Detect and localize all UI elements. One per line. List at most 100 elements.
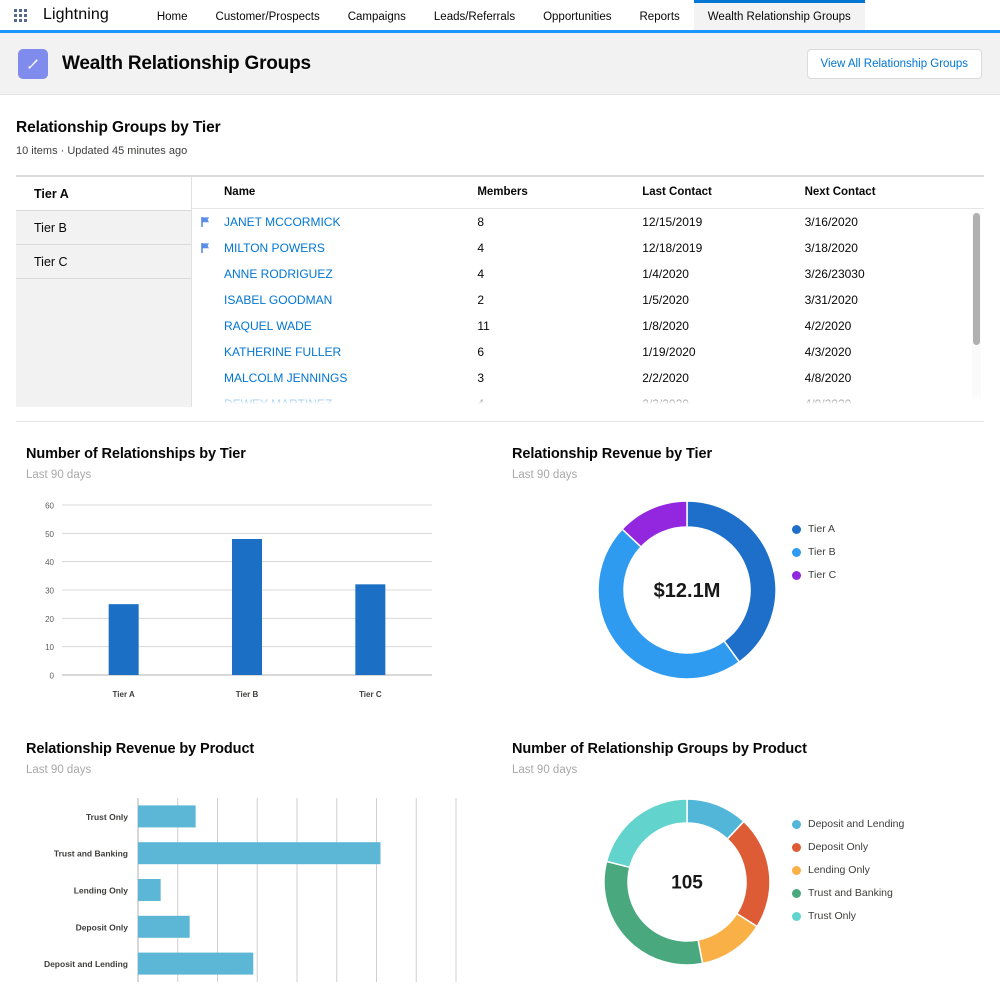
relationship-groups-table: Name Members Last Contact Next Contact JANE… [192, 177, 984, 407]
relationship-group-link[interactable]: MALCOLM JENNINGS [224, 371, 347, 385]
vertical-bar-chart[interactable]: 0 10 20 30 40 50 60 Tier A Tier B Tier C [26, 497, 484, 717]
relationship-group-link[interactable]: DEWEY MARTINEZ [224, 397, 332, 407]
relationship-group-link[interactable]: RAQUEL WADE [224, 319, 312, 333]
table-row[interactable]: JANET MCCORMICK 8 12/15/2019 3/16/2020 [192, 209, 984, 236]
donut-slice-deposit-only[interactable] [726, 820, 771, 928]
table-row[interactable]: KATHERINE FULLER 6 1/19/2020 4/3/2020 [192, 339, 984, 365]
legend-item-lending-only[interactable]: Lending Only [792, 864, 904, 876]
bar-tier-a[interactable] [108, 604, 139, 675]
cell-next-contact: 3/16/2020 [804, 215, 858, 229]
bar-trust-and-banking[interactable] [138, 842, 381, 865]
horizontal-bar-chart[interactable]: Trust Only Trust and Banking Lending Only D… [26, 792, 484, 987]
cell-name: ISABEL GOODMAN [192, 287, 469, 313]
cell-last-contact: 1/4/2020 [642, 267, 689, 281]
tier-item-tier-b[interactable]: Tier B [16, 211, 191, 245]
chart-panel-revenue-by-product: Relationship Revenue by Product Last 90 … [0, 717, 500, 987]
nav-tab-customer-prospects[interactable]: Customer/Prospects [202, 0, 334, 30]
x-axis-tick-label: Tier B [236, 690, 259, 699]
donut-slice-lending-only[interactable] [697, 912, 759, 965]
y-axis-tick-label: 0 [50, 672, 55, 681]
list-title: Relationship Groups by Tier [16, 119, 221, 136]
vertical-bar-chart-svg: 0 10 20 30 40 50 60 Tier A Tier B Tier C [45, 502, 432, 699]
relationship-group-link[interactable]: ANNE RODRIGUEZ [224, 267, 333, 281]
legend-label: Trust and Banking [808, 887, 893, 899]
relationship-group-link[interactable]: KATHERINE FULLER [224, 345, 341, 359]
cell-members: 4 [477, 267, 484, 281]
table-row[interactable]: RAQUEL WADE 11 1/8/2020 4/2/2020 [192, 313, 984, 339]
bar-tier-b[interactable] [232, 539, 262, 675]
column-header-last-contact[interactable]: Last Contact [634, 177, 797, 209]
x-axis-tick-label: Tier C [359, 690, 382, 699]
cell-name: MILTON POWERS [192, 235, 469, 261]
relationship-group-link[interactable]: ISABEL GOODMAN [224, 293, 332, 307]
bar-deposit-only[interactable] [138, 915, 190, 938]
y-axis-category-label: Deposit Only [76, 922, 129, 932]
chart-panel-revenue-by-tier: Relationship Revenue by Tier Last 90 day… [500, 422, 1000, 717]
cell-last-contact: 2/3/2020 [642, 397, 689, 407]
tier-item-tier-c[interactable]: Tier C [16, 245, 191, 279]
donut-slice-trust-only[interactable] [605, 798, 688, 869]
legend-item-deposit-and-lending[interactable]: Deposit and Lending [792, 818, 904, 830]
nav-tab-wealth-relationship-groups[interactable]: Wealth Relationship Groups [693, 0, 865, 30]
table-scrollbar-thumb[interactable] [973, 213, 980, 345]
legend-color-swatch [792, 524, 801, 534]
app-launcher-button[interactable] [0, 0, 37, 30]
relationship-group-icon [18, 48, 48, 79]
legend-item-trust-only[interactable]: Trust Only [792, 910, 904, 922]
legend-color-swatch [792, 911, 801, 921]
legend-item-tier-b[interactable]: Tier B [792, 546, 836, 558]
legend-label: Deposit Only [808, 841, 869, 853]
list-subtitle: 10 items · Updated 45 minutes ago [16, 145, 188, 157]
table-row[interactable]: DEWEY MARTINEZ 4 2/3/2020 4/9/2020 [192, 391, 984, 407]
legend-label: Trust Only [808, 910, 857, 922]
legend-item-tier-a[interactable]: Tier A [792, 523, 836, 535]
cell-name: DEWEY MARTINEZ [192, 391, 469, 407]
donut-slice-tier-b[interactable] [597, 528, 741, 680]
cell-members: 2 [477, 293, 484, 307]
legend-item-tier-c[interactable]: Tier C [792, 569, 836, 581]
flag-icon [201, 217, 209, 227]
y-axis-tick-label: 60 [45, 502, 54, 511]
list-body: Tier A Tier B Tier C Name Members Last Conta… [16, 175, 984, 407]
nav-tab-opportunities[interactable]: Opportunities [529, 0, 625, 30]
relationship-group-link[interactable]: MILTON POWERS [224, 241, 325, 255]
y-axis-category-label: Lending Only [74, 886, 129, 896]
legend-item-deposit-only[interactable]: Deposit Only [792, 841, 904, 853]
column-header-name[interactable]: Name [192, 177, 470, 209]
legend-color-swatch [792, 865, 801, 875]
column-header-members[interactable]: Members [469, 177, 635, 209]
donut-chart-tier[interactable]: $12.1M Tier A Tier B Tier C [512, 497, 984, 697]
nav-tab-home[interactable]: Home [143, 0, 202, 30]
nav-tab-leads-referrals[interactable]: Leads/Referrals [420, 0, 529, 30]
y-axis-category-label: Trust and Banking [54, 849, 128, 859]
table-row[interactable]: ANNE RODRIGUEZ 4 1/4/2020 3/26/23030 [192, 261, 984, 287]
view-all-relationship-groups-button[interactable]: View All Relationship Groups [806, 48, 982, 79]
bar-trust-only[interactable] [138, 805, 196, 828]
dashboard-grid: Number of Relationships by Tier Last 90 … [0, 422, 1000, 987]
chart-subtitle: Last 90 days [26, 764, 92, 776]
cell-members: 6 [477, 345, 484, 359]
donut-chart-product[interactable]: 105 Deposit and Lending Deposit Only Lendi… [512, 792, 984, 982]
cell-name: ANNE RODRIGUEZ [192, 261, 469, 287]
cell-name: MALCOLM JENNINGS [192, 365, 469, 391]
table-row[interactable]: MILTON POWERS 4 12/18/2019 3/18/2020 [192, 235, 984, 261]
bar-lending-only[interactable] [138, 879, 161, 901]
nav-tab-reports[interactable]: Reports [626, 0, 694, 30]
relationship-groups-table-wrapper: Name Members Last Contact Next Contact JANE… [192, 177, 984, 407]
page-title: Wealth Relationship Groups [62, 52, 311, 74]
chart-title: Relationship Revenue by Tier [512, 446, 712, 462]
bar-tier-c[interactable] [355, 584, 386, 675]
bar-deposit-and-lending[interactable] [138, 952, 254, 975]
nav-tab-campaigns[interactable]: Campaigns [334, 0, 420, 30]
table-scrollbar[interactable] [972, 213, 981, 401]
legend-item-trust-and-banking[interactable]: Trust and Banking [792, 887, 904, 899]
table-body: JANET MCCORMICK 8 12/15/2019 3/16/2020 MILTO… [192, 209, 984, 407]
page-header: Wealth Relationship Groups View All Rela… [0, 33, 1000, 95]
relationship-group-link[interactable]: JANET MCCORMICK [224, 215, 340, 229]
tier-item-tier-a[interactable]: Tier A [16, 177, 191, 211]
cell-last-contact: 2/2/2020 [642, 371, 689, 385]
column-header-next-contact[interactable]: Next Contact [796, 177, 984, 209]
table-row[interactable]: ISABEL GOODMAN 2 1/5/2020 3/31/2020 [192, 287, 984, 313]
donut-chart-product-svg: 105 [603, 798, 771, 966]
table-row[interactable]: MALCOLM JENNINGS 3 2/2/2020 4/8/2020 [192, 365, 984, 391]
